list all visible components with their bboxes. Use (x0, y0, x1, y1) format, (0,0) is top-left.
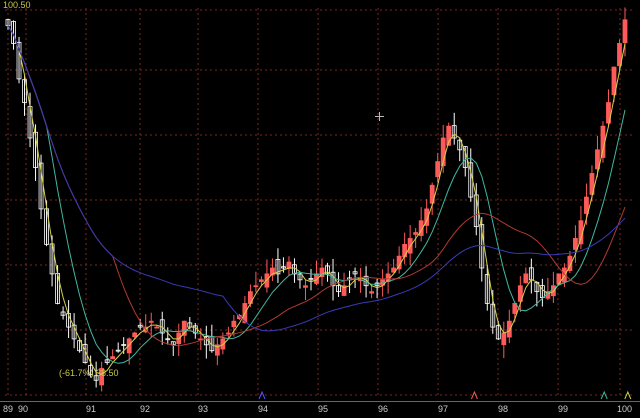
candle-body (369, 291, 374, 294)
candle-body (303, 285, 308, 288)
candle-body (413, 232, 419, 235)
x-tick-label: 96 (378, 404, 389, 414)
candle-body (286, 261, 292, 269)
candle-body (231, 320, 237, 328)
moving-average-mid (7, 25, 626, 364)
candle-body (154, 326, 160, 329)
max-price-label: 100.50 (3, 0, 31, 10)
candle-body (253, 285, 259, 288)
x-tick-label: 95 (318, 404, 329, 414)
candle-body (148, 320, 154, 323)
x-tick-label: 100 (617, 404, 633, 414)
x-tick-label: 89 (3, 404, 14, 414)
candle-body (622, 19, 628, 44)
min-price-label: (-61.7%) 38.50 (59, 368, 119, 378)
x-tick-label: 93 (198, 404, 209, 414)
x-tick-label: 97 (438, 404, 449, 414)
x-tick-label: 98 (498, 404, 509, 414)
candle-body (259, 279, 264, 282)
candle-body (435, 161, 441, 178)
candle-body (584, 196, 589, 214)
x-tick-label: 99 (558, 404, 569, 414)
candle-body (573, 238, 578, 250)
moving-average-long (7, 25, 626, 347)
x-tick-label: 94 (258, 404, 269, 414)
candle-body (110, 356, 116, 360)
x-tick-label: 91 (86, 404, 97, 414)
x-axis: 89 90 91 92 93 94 95 96 97 98 99 100 (0, 401, 640, 418)
candle-body (132, 332, 138, 338)
candle-body (225, 332, 231, 335)
crosshair-cursor-icon (375, 112, 384, 121)
candle-body (523, 273, 529, 284)
candle-body (501, 332, 507, 346)
candle-body (402, 243, 408, 258)
x-tick-label: 90 (18, 404, 29, 414)
x-tick-label: 92 (140, 404, 151, 414)
price-chart (5, 7, 632, 400)
